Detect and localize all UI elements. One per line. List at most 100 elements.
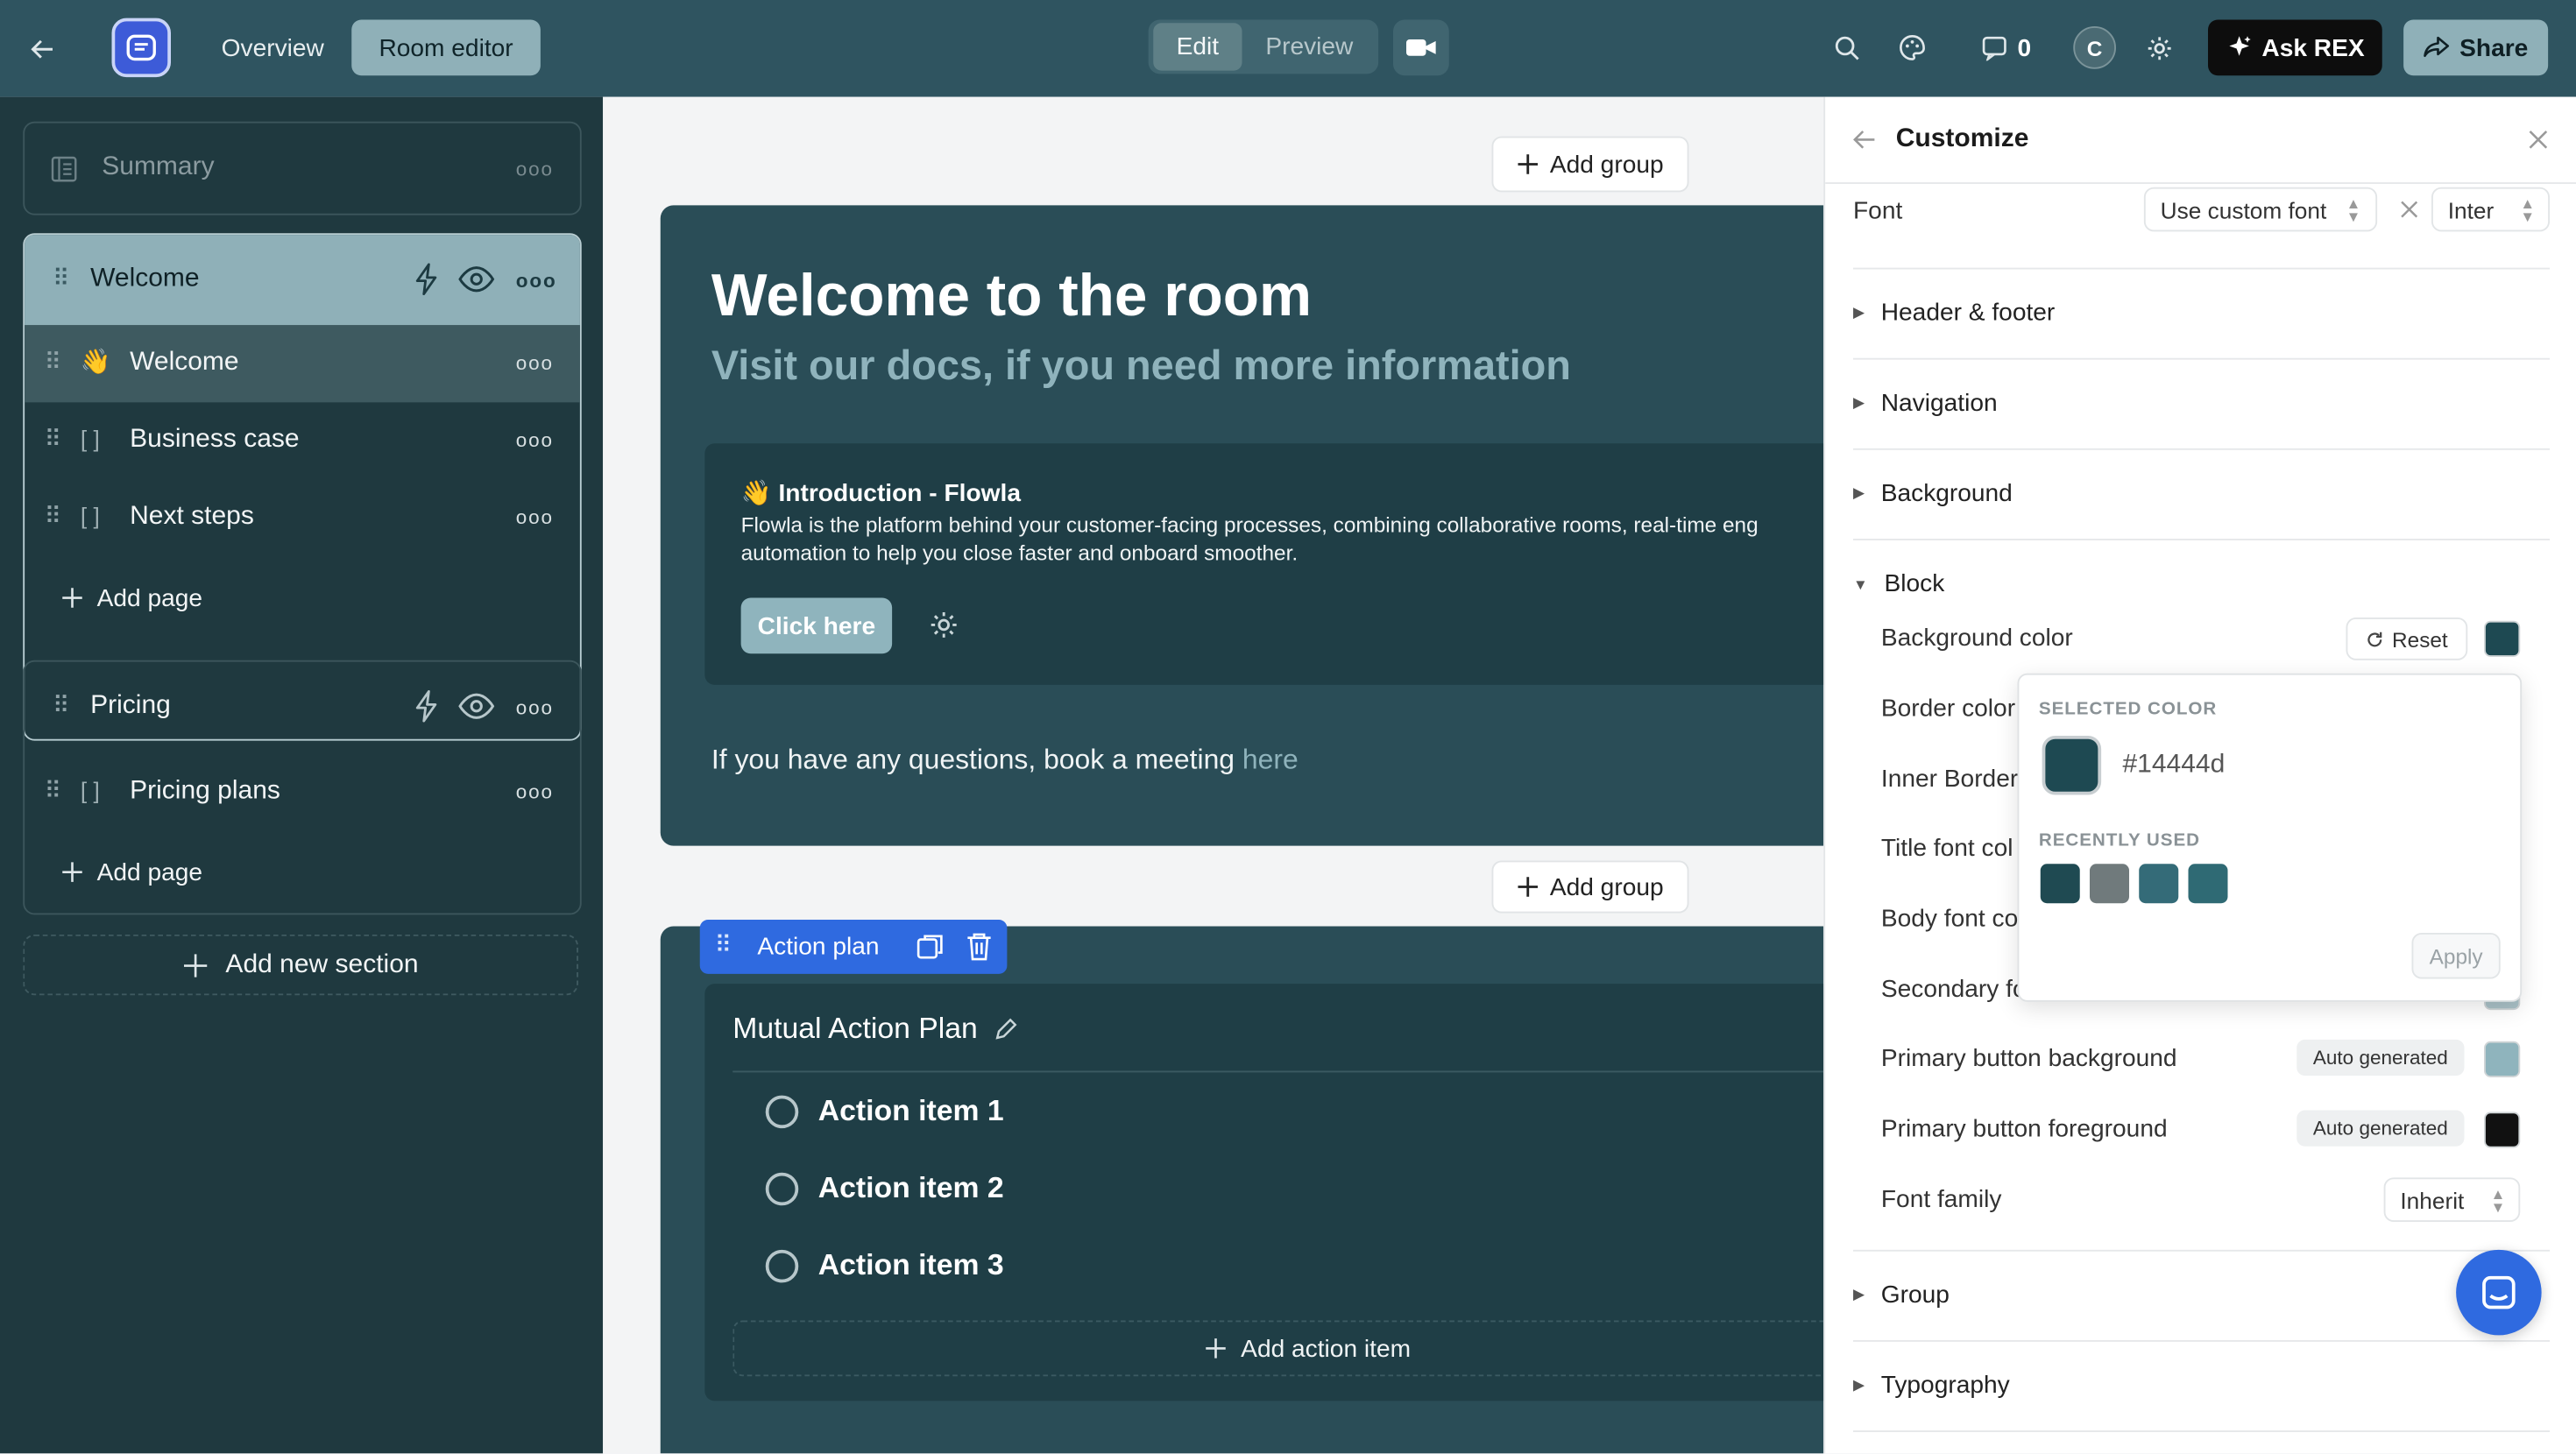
font-name-value: Inter — [2447, 196, 2495, 223]
close-icon[interactable] — [2529, 130, 2549, 150]
drag-handle-icon[interactable]: ⠿ — [715, 931, 732, 959]
summary-icon — [51, 156, 77, 182]
sidebar-page-business-case[interactable]: ⠿ [ ] Business case ooo — [25, 402, 580, 479]
preview-toggle[interactable]: Preview — [1250, 23, 1369, 70]
duplicate-icon[interactable] — [916, 933, 945, 961]
add-page-button[interactable]: Add page — [60, 854, 202, 890]
more-options-icon[interactable]: ooo — [516, 351, 554, 374]
section-navigation[interactable]: ▶ Navigation — [1853, 389, 1998, 417]
gear-icon[interactable] — [928, 610, 959, 641]
sidebar-summary[interactable]: Summary ooo — [23, 121, 582, 215]
primary-button-foreground-swatch[interactable] — [2484, 1112, 2521, 1148]
add-group-button[interactable]: Add group — [1491, 136, 1689, 193]
section-background[interactable]: ▶ Background — [1853, 480, 2013, 508]
font-family-select[interactable]: Inherit ▲ ▼ — [2383, 1177, 2521, 1222]
action-plan-block[interactable]: Mutual Action Plan Action item 1 Action … — [660, 926, 1824, 1454]
ask-rex-button[interactable]: Ask REX — [2208, 19, 2382, 76]
more-options-icon[interactable]: ooo — [516, 696, 554, 719]
action-item[interactable]: Action item 2 — [765, 1171, 1004, 1205]
add-action-item-button[interactable]: Add action item — [732, 1320, 1824, 1377]
more-options-icon[interactable]: ooo — [516, 506, 554, 529]
chat-launcher-button[interactable] — [2456, 1249, 2542, 1336]
selected-color-hex[interactable]: #14444d — [2123, 751, 2226, 780]
edit-toggle[interactable]: Edit — [1153, 23, 1242, 71]
divider — [1853, 357, 2550, 360]
selected-color-swatch[interactable] — [2042, 736, 2102, 795]
sidebar-page-next-steps[interactable]: ⠿ [ ] Next steps ooo — [25, 480, 580, 557]
drag-handle-icon[interactable]: ⠿ — [45, 777, 61, 805]
share-button[interactable]: Share — [2403, 19, 2549, 76]
sidebar-page-label: Next steps — [130, 502, 254, 531]
action-plan-tab[interactable]: ⠿ Action plan — [699, 920, 1008, 974]
apply-button[interactable]: Apply — [2411, 933, 2501, 979]
palette-icon[interactable] — [1893, 28, 1932, 67]
checkbox-circle-icon[interactable] — [765, 1248, 799, 1282]
action-item[interactable]: Action item 1 — [765, 1094, 1004, 1128]
intro-body-line2: automation to help you close faster and … — [740, 540, 1299, 565]
tab-room-editor[interactable]: Room editor — [351, 19, 541, 76]
drag-handle-icon[interactable]: ⠿ — [45, 426, 61, 454]
checkbox-circle-icon[interactable] — [765, 1171, 799, 1205]
add-new-section-button[interactable]: Add new section — [23, 934, 578, 996]
lightning-icon[interactable] — [413, 689, 442, 723]
add-page-label: Add page — [96, 583, 203, 612]
search-icon[interactable] — [1827, 28, 1866, 67]
action-item[interactable]: Action item 3 — [765, 1248, 1004, 1282]
lightning-icon[interactable] — [413, 263, 442, 296]
more-options-icon[interactable]: ooo — [516, 780, 554, 803]
drag-handle-icon[interactable]: ⠿ — [45, 503, 61, 531]
sidebar-page-welcome[interactable]: ⠿ 👋 Welcome ooo — [25, 325, 580, 403]
video-button[interactable] — [1393, 19, 1449, 76]
background-color-swatch[interactable] — [2484, 620, 2521, 657]
recent-color-swatch[interactable] — [2188, 864, 2228, 904]
eye-icon[interactable] — [458, 693, 495, 719]
action-item-label: Action item 3 — [817, 1248, 1004, 1281]
section-header-pricing[interactable]: ⠿ Pricing ooo — [25, 662, 580, 752]
welcome-block[interactable]: Welcome to the room Visit our docs, if y… — [660, 205, 1824, 846]
pencil-icon[interactable] — [994, 1017, 1019, 1041]
select-arrows-icon: ▲ ▼ — [2520, 195, 2536, 225]
sidebar-page-pricing-plans[interactable]: ⠿ [ ] Pricing plans ooo — [25, 754, 580, 831]
font-name-select[interactable]: Inter ▲ ▼ — [2431, 187, 2550, 232]
gear-icon[interactable] — [2139, 28, 2178, 67]
back-arrow-icon[interactable] — [1853, 130, 1876, 150]
avatar[interactable]: C — [2073, 26, 2116, 69]
drag-handle-icon[interactable]: ⠿ — [53, 691, 69, 719]
add-group-button[interactable]: Add group — [1491, 860, 1689, 914]
recent-color-swatch[interactable] — [2090, 864, 2129, 904]
mutual-action-plan-title: Mutual Action Plan — [732, 1012, 1018, 1046]
drag-handle-icon[interactable]: ⠿ — [53, 265, 69, 293]
reset-button[interactable]: Reset — [2346, 618, 2468, 660]
app-logo[interactable] — [111, 18, 171, 78]
recent-color-swatch[interactable] — [2040, 864, 2080, 904]
chat-icon — [2482, 1275, 2516, 1309]
book-meeting-link[interactable]: here — [1242, 744, 1299, 775]
section-header-welcome[interactable]: ⠿ Welcome ooo — [25, 235, 580, 326]
page-icon: [ ] — [80, 502, 100, 529]
more-options-icon[interactable]: ooo — [516, 428, 554, 451]
more-options-icon[interactable]: ooo — [516, 270, 557, 293]
video-camera-icon — [1406, 39, 1436, 56]
section-header-footer[interactable]: ▶ Header & footer — [1853, 299, 2055, 327]
clear-icon[interactable] — [2400, 201, 2418, 219]
section-group[interactable]: ▶ Group — [1853, 1281, 1950, 1309]
customize-panel: Customize Font Use custom font ▲ ▼ Inter … — [1823, 96, 2576, 1454]
click-here-button[interactable]: Click here — [740, 597, 893, 654]
tab-overview[interactable]: Overview — [201, 20, 345, 76]
drag-handle-icon[interactable]: ⠿ — [45, 349, 61, 377]
section-block[interactable]: ▼ Block — [1853, 570, 1944, 598]
more-options-icon[interactable]: ooo — [516, 158, 554, 180]
font-mode-select[interactable]: Use custom font ▲ ▼ — [2143, 187, 2378, 232]
comments-button[interactable]: 0 — [1981, 28, 2031, 67]
trash-icon[interactable] — [966, 931, 993, 961]
back-arrow-icon[interactable] — [23, 30, 62, 69]
checkbox-circle-icon[interactable] — [765, 1094, 799, 1128]
eye-icon[interactable] — [458, 266, 495, 293]
recent-color-swatch[interactable] — [2139, 864, 2179, 904]
secondary-font-label: Secondary fo — [1880, 975, 2027, 1004]
action-plan-title: Mutual Action Plan — [732, 1012, 978, 1045]
chevron-down-icon: ▼ — [1853, 575, 1868, 592]
primary-button-background-swatch[interactable] — [2484, 1041, 2521, 1077]
add-page-button[interactable]: Add page — [60, 580, 202, 616]
section-typography[interactable]: ▶ Typography — [1853, 1372, 2010, 1400]
